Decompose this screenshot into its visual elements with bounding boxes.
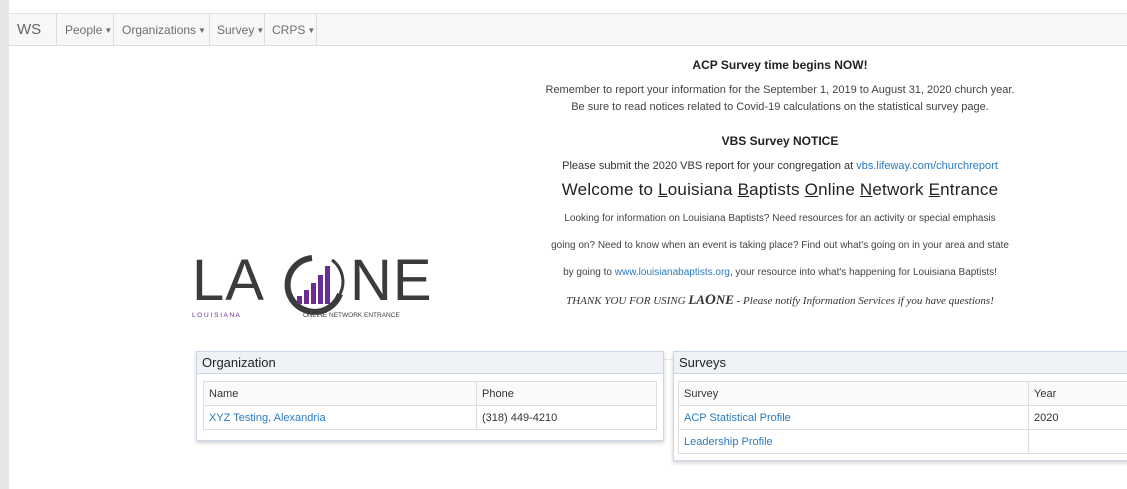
- welcome-heading: Welcome to Louisiana Baptists Online Net…: [500, 180, 1060, 200]
- column-header-year: Year: [1028, 381, 1127, 406]
- acp-notice-line2: Be sure to read notices related to Covid…: [571, 101, 989, 113]
- acp-notice-line1: Remember to report your information for …: [545, 84, 1015, 96]
- column-header-name: Name: [203, 381, 477, 406]
- caret-down-icon: ▼: [198, 26, 206, 35]
- welcome-letter: O: [804, 180, 819, 199]
- body-text: , your resource into what's happening fo…: [729, 267, 997, 278]
- nav-divider: [209, 14, 210, 45]
- welcome-body-line3: by going to www.louisianabaptists.org, y…: [500, 267, 1060, 278]
- acp-notice-heading: ACP Survey time begins NOW!: [692, 58, 868, 72]
- welcome-letter: B: [737, 180, 750, 199]
- org-phone-cell: (318) 449-4210: [476, 405, 657, 430]
- window-left-edge: [0, 0, 9, 489]
- body-text: by going to: [563, 267, 615, 278]
- nav-divider: [113, 14, 114, 45]
- welcome-body-line2: going on? Need to know when an event is …: [551, 240, 1009, 251]
- logo-sub-louisiana: L O U I S I A N A: [192, 312, 240, 319]
- acp-statistical-profile-link[interactable]: ACP Statistical Profile: [684, 412, 791, 424]
- survey-name-cell: ACP Statistical Profile: [678, 405, 1029, 430]
- nav-menu-label: CRPS: [272, 23, 306, 37]
- welcome-body-line1: Looking for information on Louisiana Bap…: [564, 213, 996, 224]
- welcome-text: nline: [818, 180, 860, 199]
- surveys-panel-title: Surveys: [674, 352, 1127, 374]
- table-row: ACP Statistical Profile 2020: [678, 405, 1127, 430]
- nav-divider: [316, 14, 317, 45]
- logo-o-mark: [284, 255, 345, 315]
- thank-you-note: THANK YOU FOR USING LAONE - Please notif…: [500, 292, 1060, 309]
- welcome-letter: E: [928, 180, 941, 199]
- leadership-profile-link[interactable]: Leadership Profile: [684, 436, 773, 448]
- vbs-notice-text: Please submit the 2020 VBS report for yo…: [500, 160, 1060, 172]
- nav-menu-label: Survey: [217, 23, 255, 37]
- nav-menu-people[interactable]: People ▼: [65, 23, 112, 37]
- table-row: Leadership Profile: [678, 429, 1127, 454]
- nav-menu-organizations[interactable]: Organizations ▼: [122, 23, 206, 37]
- table-row: XYZ Testing, Alexandria (318) 449-4210: [203, 405, 657, 430]
- nav-divider: [56, 14, 57, 45]
- organization-panel: Organization Name Phone XYZ Testing, Ale…: [196, 351, 664, 441]
- welcome-text: ouisiana: [667, 180, 738, 199]
- logo-text-ne: NE: [350, 248, 433, 313]
- vbs-report-link[interactable]: vbs.lifeway.com/churchreport: [856, 160, 998, 172]
- welcome-text: ntrance: [940, 180, 999, 199]
- louisianabaptists-link[interactable]: www.louisianabaptists.org: [615, 267, 730, 278]
- nav-menu-label: Organizations: [122, 23, 197, 37]
- welcome-text: Welcome to: [561, 180, 659, 199]
- survey-year-cell: 2020: [1028, 405, 1127, 430]
- organization-panel-title: Organization: [197, 352, 663, 374]
- survey-name-cell: Leadership Profile: [678, 429, 1029, 454]
- welcome-letter: N: [859, 180, 873, 199]
- nav-menu-label: People: [65, 23, 103, 37]
- surveys-panel: Surveys Survey Year ACP Statistical Prof…: [673, 351, 1127, 461]
- vbs-notice-label: Please submit the 2020 VBS report for yo…: [562, 160, 857, 172]
- thanks-brand: LA: [688, 292, 705, 307]
- org-name-link[interactable]: XYZ Testing, Alexandria: [209, 412, 326, 424]
- vbs-notice-heading: VBS Survey NOTICE: [721, 134, 839, 148]
- nav-divider: [264, 14, 265, 45]
- organization-table: Name Phone XYZ Testing, Alexandria (318)…: [203, 381, 657, 430]
- caret-down-icon: ▼: [307, 26, 316, 35]
- top-navbar: WS People ▼ Organizations ▼ Survey ▼ CRPS ▼: [9, 13, 1127, 46]
- nav-menu-crps[interactable]: CRPS ▼: [272, 23, 315, 37]
- thanks-text: THANK YOU FOR USING: [566, 295, 689, 307]
- brand-link[interactable]: WS: [17, 21, 41, 38]
- column-header-survey: Survey: [678, 381, 1029, 406]
- logo-text-la: LA: [192, 248, 265, 313]
- table-header-row: Survey Year: [678, 381, 1127, 406]
- thanks-brand: O: [704, 292, 716, 308]
- org-name-cell: XYZ Testing, Alexandria: [203, 405, 477, 430]
- welcome-text: aptists: [749, 180, 805, 199]
- caret-down-icon: ▼: [104, 26, 113, 35]
- thanks-text: - Please notify Information Services if …: [733, 295, 994, 307]
- surveys-table: Survey Year ACP Statistical Profile 2020…: [678, 381, 1127, 454]
- welcome-text: etwork: [872, 180, 929, 199]
- thanks-brand: NE: [715, 292, 734, 307]
- nav-menu-survey[interactable]: Survey ▼: [217, 23, 264, 37]
- laone-logo: LA NE L O U I S I A N A ONLINE NETWORK E…: [192, 248, 433, 319]
- column-header-phone: Phone: [476, 381, 657, 406]
- survey-year-cell: [1028, 429, 1127, 454]
- welcome-letter: L: [658, 180, 668, 199]
- table-header-row: Name Phone: [203, 381, 657, 406]
- logo-sub-online: ONLINE NETWORK ENTRANCE: [303, 312, 400, 319]
